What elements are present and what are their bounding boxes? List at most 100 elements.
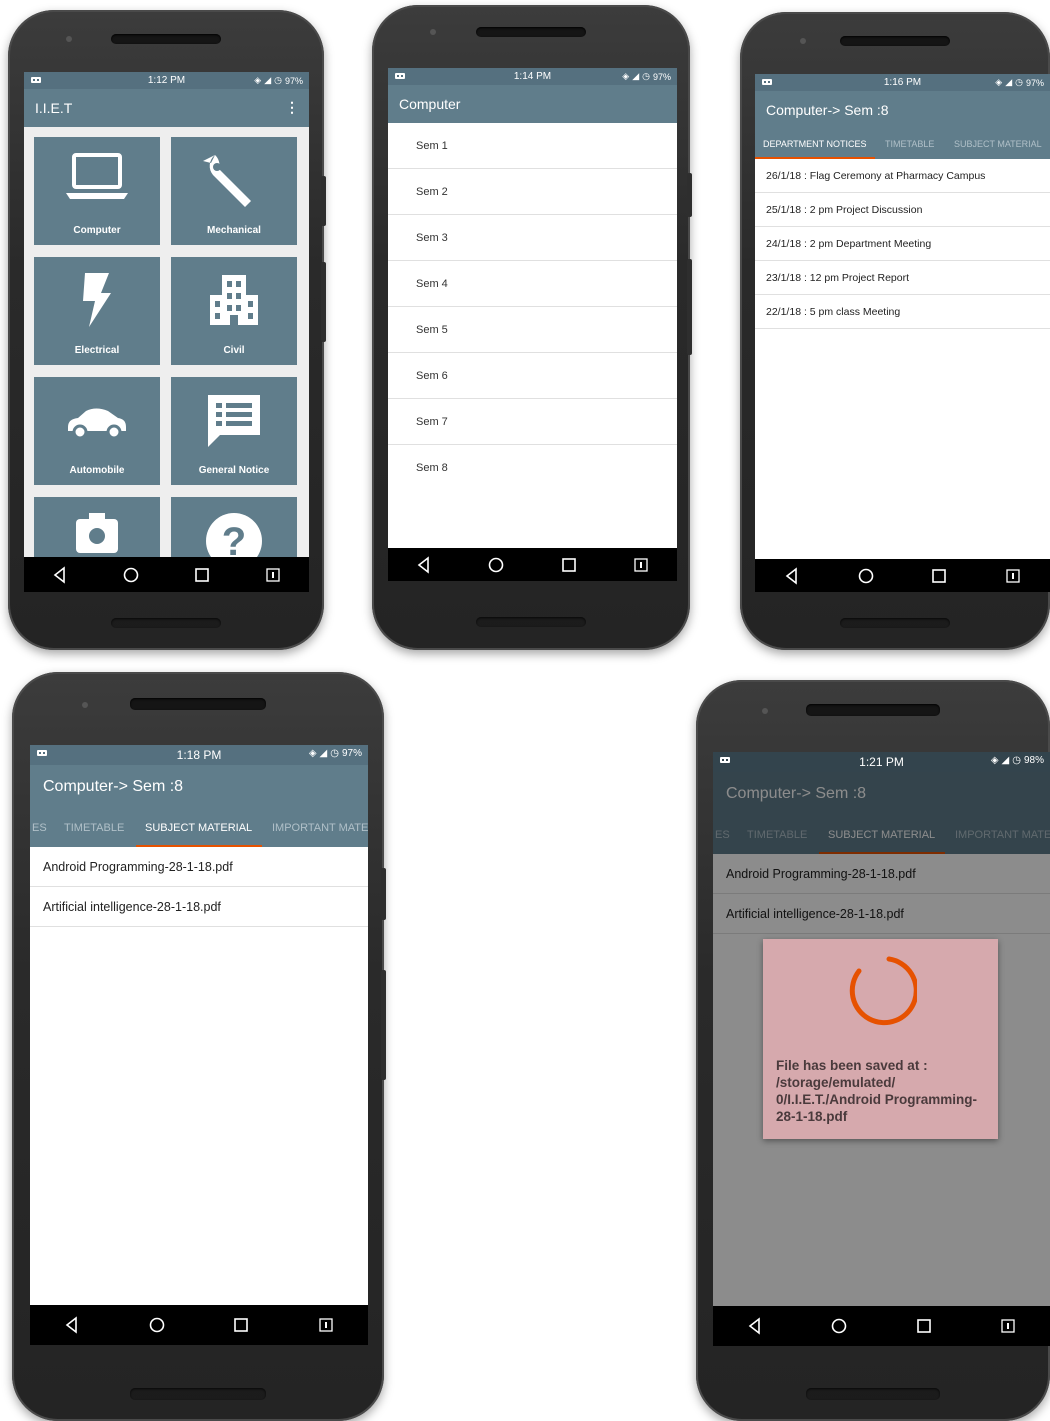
battery-percent: 97% bbox=[652, 71, 671, 82]
recents-icon[interactable] bbox=[231, 1315, 251, 1335]
tile-mechanical[interactable]: Mechanical bbox=[171, 137, 297, 245]
tile-label: Mechanical bbox=[207, 225, 261, 236]
keyboard-switch-icon[interactable] bbox=[316, 1315, 336, 1335]
screen-4: 1:18 PM ◈ ◢ ◷ 97% Computer-> Sem :8 ES T… bbox=[30, 745, 368, 1345]
phone-frame-3: 1:16 PM ◈ ◢ ◷ 97% Computer-> Sem :8 DEPA… bbox=[740, 12, 1050, 650]
svg-text:?: ? bbox=[222, 520, 246, 557]
home-icon[interactable] bbox=[829, 1316, 849, 1336]
keyboard-switch-icon[interactable] bbox=[998, 1316, 1018, 1336]
tab-subject-material[interactable]: SUBJECT MATERIAL bbox=[145, 809, 252, 847]
tab-timetable[interactable]: TIMETABLE bbox=[64, 809, 124, 847]
power-button bbox=[381, 868, 386, 920]
list-item[interactable]: 23/1/18 : 12 pm Project Report bbox=[755, 261, 1050, 295]
list-item[interactable]: Sem 4 bbox=[388, 261, 677, 307]
screen-5: 1:21 PM ◈ ◢ ◷ 98% Computer-> Sem :8 ES T… bbox=[713, 752, 1050, 1346]
phone-frame-5: 1:21 PM ◈ ◢ ◷ 98% Computer-> Sem :8 ES T… bbox=[696, 680, 1050, 1421]
tile-partial-2[interactable]: ? bbox=[171, 497, 297, 557]
signal-icon: ◢ bbox=[1005, 77, 1013, 87]
back-icon[interactable] bbox=[745, 1316, 765, 1336]
recents-icon[interactable] bbox=[929, 566, 949, 586]
tile-label: Civil bbox=[223, 345, 245, 356]
vibrate-icon: ◈ bbox=[308, 748, 317, 759]
recents-icon[interactable] bbox=[914, 1316, 934, 1336]
back-icon[interactable] bbox=[782, 566, 802, 586]
keyboard-switch-icon[interactable] bbox=[631, 555, 651, 575]
list-item[interactable]: Sem 6 bbox=[388, 353, 677, 399]
vibrate-icon: ◈ bbox=[254, 75, 262, 85]
progress-dialog: File has been saved at : /storage/emulat… bbox=[763, 939, 998, 1139]
app-bar: Computer-> Sem :8 bbox=[30, 765, 368, 809]
power-button bbox=[687, 173, 692, 217]
back-icon[interactable] bbox=[50, 565, 70, 585]
back-icon[interactable] bbox=[62, 1315, 82, 1335]
home-icon[interactable] bbox=[856, 566, 876, 586]
list-item[interactable]: Sem 2 bbox=[388, 169, 677, 215]
list-item[interactable]: 25/1/18 : 2 pm Project Discussion bbox=[755, 193, 1050, 227]
list-item[interactable]: Sem 5 bbox=[388, 307, 677, 353]
home-icon[interactable] bbox=[121, 565, 141, 585]
tab-important-material[interactable]: IMPORTANT MATE bbox=[272, 809, 368, 847]
tile-computer[interactable]: Computer bbox=[34, 137, 160, 245]
overflow-menu-icon[interactable]: ⋮ bbox=[285, 99, 299, 116]
battery-percent: 98% bbox=[1023, 755, 1044, 766]
dialog-message: File has been saved at : /storage/emulat… bbox=[776, 1058, 978, 1124]
alarm-icon: ◷ bbox=[642, 71, 650, 81]
tile-electrical[interactable]: Electrical bbox=[34, 257, 160, 365]
recents-icon[interactable] bbox=[192, 565, 212, 585]
front-camera bbox=[762, 708, 768, 714]
list-item[interactable]: Sem 3 bbox=[388, 215, 677, 261]
list-item[interactable]: 24/1/18 : 2 pm Department Meeting bbox=[755, 227, 1050, 261]
signal-icon: ◢ bbox=[1001, 755, 1010, 766]
tab-timetable[interactable]: TIMETABLE bbox=[885, 129, 934, 159]
list-item[interactable]: Sem 7 bbox=[388, 399, 677, 445]
volume-button bbox=[321, 262, 326, 342]
status-bar: 1:14 PM ◈ ◢ ◷ 97% bbox=[388, 68, 677, 85]
volume-button bbox=[381, 970, 386, 1080]
bottom-speaker bbox=[476, 617, 586, 627]
nav-bar bbox=[388, 548, 677, 581]
app-bar: Computer-> Sem :8 bbox=[755, 91, 1050, 129]
list-item[interactable]: 26/1/18 : Flag Ceremony at Pharmacy Camp… bbox=[755, 159, 1050, 193]
list-item[interactable]: Android Programming-28-1-18.pdf bbox=[30, 847, 368, 887]
battery-percent: 97% bbox=[341, 748, 362, 759]
earpiece-speaker bbox=[111, 34, 221, 44]
status-bar: 1:12 PM ◈ ◢ ◷ 97% bbox=[24, 72, 309, 89]
keyboard-switch-icon[interactable] bbox=[263, 565, 283, 585]
building-icon bbox=[210, 275, 258, 325]
screen-2: 1:14 PM ◈ ◢ ◷ 97% Computer Sem 1 Sem 2 S… bbox=[388, 68, 677, 581]
status-icons: ◈ ◢ ◷ 97% bbox=[254, 75, 303, 86]
status-icons: ◈ ◢ ◷ 97% bbox=[309, 748, 362, 759]
tab-bar: DEPARTMENT NOTICES TIMETABLE SUBJECT MAT… bbox=[755, 129, 1050, 159]
back-icon[interactable] bbox=[414, 555, 434, 575]
department-grid: Computer Mechanical Electrical Civil Aut… bbox=[24, 127, 309, 557]
nav-bar bbox=[755, 559, 1050, 592]
tab-subject-material[interactable]: SUBJECT MATERIAL bbox=[954, 129, 1042, 159]
alarm-icon: ◷ bbox=[1012, 755, 1021, 766]
lightning-icon bbox=[83, 273, 111, 327]
tab-department-notices[interactable]: DEPARTMENT NOTICES bbox=[763, 129, 867, 159]
signal-icon: ◢ bbox=[319, 748, 328, 759]
tile-general-notice[interactable]: General Notice bbox=[171, 377, 297, 485]
notice-list: 26/1/18 : Flag Ceremony at Pharmacy Camp… bbox=[755, 159, 1050, 329]
home-icon[interactable] bbox=[486, 555, 506, 575]
volume-button bbox=[687, 259, 692, 355]
phone-frame-1: 1:12 PM ◈ ◢ ◷ 97% I.I.E.T ⋮ Computer Mec… bbox=[8, 10, 326, 650]
tile-partial-1[interactable] bbox=[34, 497, 160, 557]
tile-automobile[interactable]: Automobile bbox=[34, 377, 160, 485]
tab-bar: ES TIMETABLE SUBJECT MATERIAL IMPORTANT … bbox=[30, 809, 368, 847]
list-item[interactable]: Sem 8 bbox=[388, 445, 677, 491]
home-icon[interactable] bbox=[147, 1315, 167, 1335]
keyboard-switch-icon[interactable] bbox=[1003, 566, 1023, 586]
signal-icon: ◢ bbox=[264, 75, 272, 85]
earpiece-speaker bbox=[130, 698, 266, 710]
list-item[interactable]: 22/1/18 : 5 pm class Meeting bbox=[755, 295, 1050, 329]
tab-notices-partial[interactable]: ES bbox=[32, 809, 47, 847]
recents-icon[interactable] bbox=[559, 555, 579, 575]
list-item[interactable]: Sem 1 bbox=[388, 123, 677, 169]
tile-civil[interactable]: Civil bbox=[171, 257, 297, 365]
alarm-icon: ◷ bbox=[1015, 77, 1023, 87]
list-item[interactable]: Artificial intelligence-28-1-18.pdf bbox=[30, 887, 368, 927]
loading-spinner-icon bbox=[849, 956, 917, 1026]
app-bar: Computer bbox=[388, 85, 677, 123]
bottom-speaker bbox=[806, 1388, 940, 1400]
